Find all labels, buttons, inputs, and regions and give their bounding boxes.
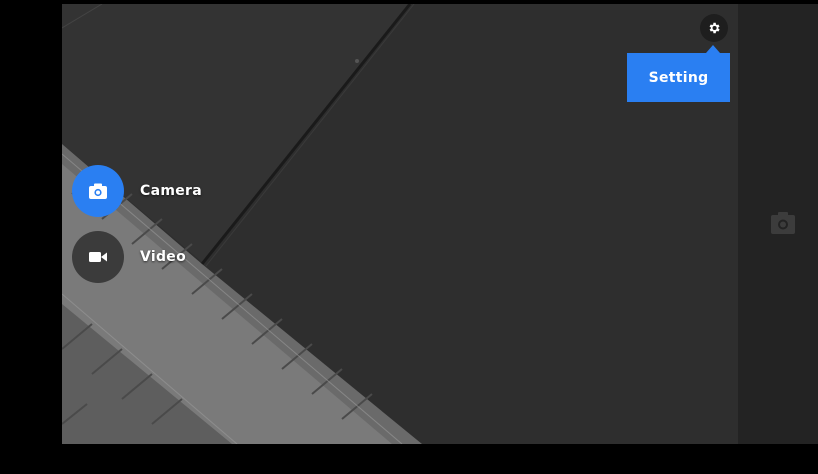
camera-app-screen: Camera Video Setting [0, 0, 818, 474]
side-rail [738, 4, 818, 444]
video-mode-button[interactable] [72, 231, 124, 283]
mode-camera[interactable]: Camera [72, 165, 202, 217]
settings-button[interactable] [700, 14, 728, 42]
video-mode-label: Video [140, 249, 187, 265]
gear-icon [709, 22, 720, 34]
mode-video[interactable]: Video [72, 231, 186, 283]
video-icon [89, 252, 107, 262]
shutter-camera-icon[interactable] [770, 210, 796, 236]
camera-icon [89, 183, 107, 199]
camera-mode-label: Camera [140, 183, 202, 199]
camera-mode-button[interactable] [72, 165, 124, 217]
setting-tooltip-label: Setting [648, 69, 709, 86]
setting-tooltip: Setting [627, 45, 730, 102]
